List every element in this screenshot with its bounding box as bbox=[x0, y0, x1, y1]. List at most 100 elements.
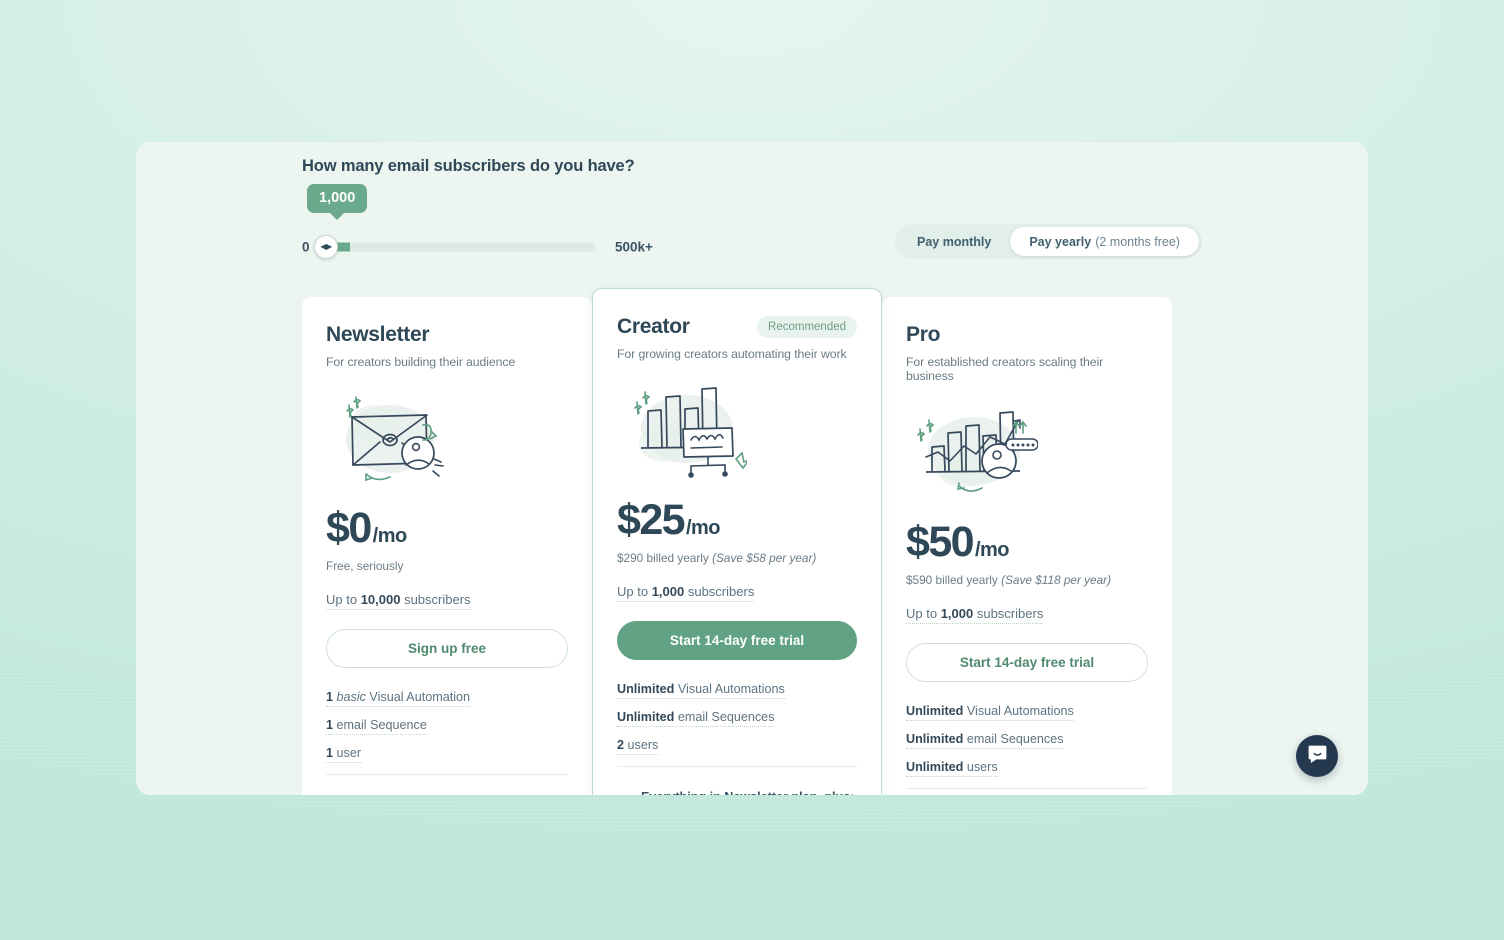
subscriber-value: 10,000 bbox=[360, 592, 401, 607]
price-note-plain: $590 billed yearly bbox=[906, 573, 1002, 587]
plan-description: For growing creators automating their wo… bbox=[617, 347, 847, 361]
plan-name: Creator bbox=[617, 315, 690, 338]
feature-text: Visual Automation bbox=[365, 690, 471, 704]
plan-header: Newsletter bbox=[326, 323, 568, 347]
slider-thumb[interactable]: ◀▶ bbox=[314, 235, 338, 259]
slider-value-tooltip: 1,000 bbox=[307, 184, 368, 213]
subscriber-suffix: subscribers bbox=[973, 606, 1044, 621]
subscriber-count-slider[interactable]: 0 ◀▶ 1,000 500k+ bbox=[302, 184, 662, 264]
price-amount: $25 bbox=[617, 496, 686, 544]
feature-value: 1 bbox=[326, 718, 334, 732]
price-period: /mo bbox=[974, 539, 1010, 561]
plan-header: Pro bbox=[906, 323, 1148, 347]
feature-value: 1 bbox=[326, 746, 334, 760]
feature-text: users bbox=[963, 760, 998, 774]
feature-text: users bbox=[624, 738, 659, 752]
page-title: How many email subscribers do you have? bbox=[302, 157, 635, 175]
plan-card-pro[interactable]: Pro For established creators scaling the… bbox=[882, 297, 1172, 795]
feature-value: Unlimited bbox=[617, 682, 675, 696]
feature-text: Visual Automations bbox=[674, 682, 785, 696]
feature-item: Unlimited email Sequences bbox=[617, 710, 857, 727]
divider bbox=[617, 766, 857, 767]
pricing-panel: How many email subscribers do you have? … bbox=[136, 142, 1368, 795]
price-note-plain: $290 billed yearly bbox=[617, 551, 713, 565]
slider-max-label: 500k+ bbox=[615, 239, 653, 255]
feature-item: Unlimited email Sequences bbox=[906, 732, 1148, 749]
pricing-cards: Newsletter For creators building their a… bbox=[302, 288, 1202, 795]
plan-name: Pro bbox=[906, 323, 941, 346]
subscriber-suffix: subscribers bbox=[400, 592, 471, 607]
envelope-sketch-icon bbox=[326, 383, 568, 491]
price-note: Free, seriously bbox=[326, 559, 568, 573]
subscriber-limit: Up to 10,000 subscribers bbox=[326, 592, 471, 610]
price-note-savings: (Save $58 per year) bbox=[712, 551, 817, 565]
price-note-savings: (Save $118 per year) bbox=[1001, 573, 1112, 587]
feature-value: Unlimited bbox=[906, 760, 964, 774]
feature-item: 1 user bbox=[326, 746, 568, 763]
feature-text: email Sequence bbox=[333, 718, 427, 732]
plan-card-creator[interactable]: Creator Recommended For growing creators… bbox=[592, 288, 882, 795]
billing-period-toggle[interactable]: Pay monthly Pay yearly (2 months free) bbox=[895, 224, 1202, 259]
feature-item: 1 basic Visual Automation bbox=[326, 690, 568, 707]
feature-item: Unlimited Visual Automations bbox=[617, 682, 857, 699]
subscriber-limit: Up to 1,000 subscribers bbox=[906, 606, 1044, 624]
feature-text: email Sequences bbox=[674, 710, 775, 724]
divider bbox=[906, 788, 1148, 789]
slider-arrows-icon: ◀▶ bbox=[320, 242, 332, 251]
price-period: /mo bbox=[685, 517, 721, 539]
plan-header: Creator Recommended bbox=[617, 315, 857, 339]
plan-price: $25 /mo bbox=[617, 499, 857, 542]
chat-launcher-button[interactable] bbox=[1296, 735, 1338, 777]
price-amount: $0 bbox=[326, 504, 372, 552]
recommended-badge: Recommended bbox=[757, 316, 857, 338]
start-trial-button[interactable]: Start 14-day free trial bbox=[617, 621, 857, 660]
feature-value: Unlimited bbox=[906, 732, 964, 746]
subscriber-prefix: Up to bbox=[906, 606, 941, 621]
feature-item: Unlimited users bbox=[906, 760, 1148, 777]
feature-item: 1 email Sequence bbox=[326, 718, 568, 735]
divider bbox=[326, 774, 568, 775]
feature-italic: basic bbox=[336, 690, 366, 704]
plan-description: For established creators scaling their b… bbox=[906, 355, 1104, 383]
toggle-pay-yearly-label: Pay yearly bbox=[1029, 234, 1092, 249]
plan-name: Newsletter bbox=[326, 323, 430, 346]
subscriber-suffix: subscribers bbox=[684, 584, 755, 599]
feature-value: Unlimited bbox=[617, 710, 675, 724]
chat-bubble-smile-icon bbox=[1307, 743, 1328, 769]
slider-min-label: 0 bbox=[302, 239, 310, 255]
feature-list: Unlimited Visual Automations Unlimited e… bbox=[906, 704, 1148, 777]
toggle-pay-monthly-label: Pay monthly bbox=[917, 234, 992, 249]
feature-text: user bbox=[333, 746, 362, 760]
signup-free-button[interactable]: Sign up free bbox=[326, 629, 568, 668]
feature-item: 2 users bbox=[617, 738, 857, 755]
plan-price: $50 /mo bbox=[906, 521, 1148, 564]
start-trial-button[interactable]: Start 14-day free trial bbox=[906, 643, 1148, 682]
plan-price: $0 /mo bbox=[326, 507, 568, 550]
subscriber-value: 1,000 bbox=[940, 606, 974, 621]
feature-text: email Sequences bbox=[963, 732, 1064, 746]
everything-in-previous-plan: ← Everything in Newsletter plan, plus: bbox=[617, 789, 857, 795]
feature-text: Visual Automations bbox=[963, 704, 1074, 718]
feature-list: Unlimited Visual Automations Unlimited e… bbox=[617, 682, 857, 755]
subscriber-prefix: Up to bbox=[617, 584, 652, 599]
price-note-plain: Free, seriously bbox=[326, 559, 404, 573]
feature-item: Unlimited Visual Automations bbox=[906, 704, 1148, 721]
slider-track[interactable] bbox=[324, 242, 596, 252]
toggle-pay-monthly[interactable]: Pay monthly bbox=[898, 227, 1010, 256]
toggle-pay-yearly-note: (2 months free) bbox=[1095, 234, 1180, 249]
arrow-left-icon: ← bbox=[617, 789, 632, 795]
toggle-pay-yearly[interactable]: Pay yearly (2 months free) bbox=[1010, 227, 1199, 256]
subscriber-value: 1,000 bbox=[651, 584, 685, 599]
price-period: /mo bbox=[372, 525, 408, 547]
feature-value: Unlimited bbox=[906, 704, 964, 718]
feature-value: 2 bbox=[617, 738, 625, 752]
price-note: $590 billed yearly (Save $118 per year) bbox=[906, 573, 1148, 587]
price-amount: $50 bbox=[906, 518, 975, 566]
price-note: $290 billed yearly (Save $58 per year) bbox=[617, 551, 857, 565]
subscriber-limit: Up to 1,000 subscribers bbox=[617, 584, 755, 602]
bars-monitor-sketch-icon bbox=[617, 375, 857, 483]
plan-description: For creators building their audience bbox=[326, 355, 516, 369]
plus-row-label: Everything in Newsletter plan, plus: bbox=[641, 790, 854, 796]
plan-card-newsletter[interactable]: Newsletter For creators building their a… bbox=[302, 297, 592, 795]
feature-value: 1 bbox=[326, 690, 334, 704]
